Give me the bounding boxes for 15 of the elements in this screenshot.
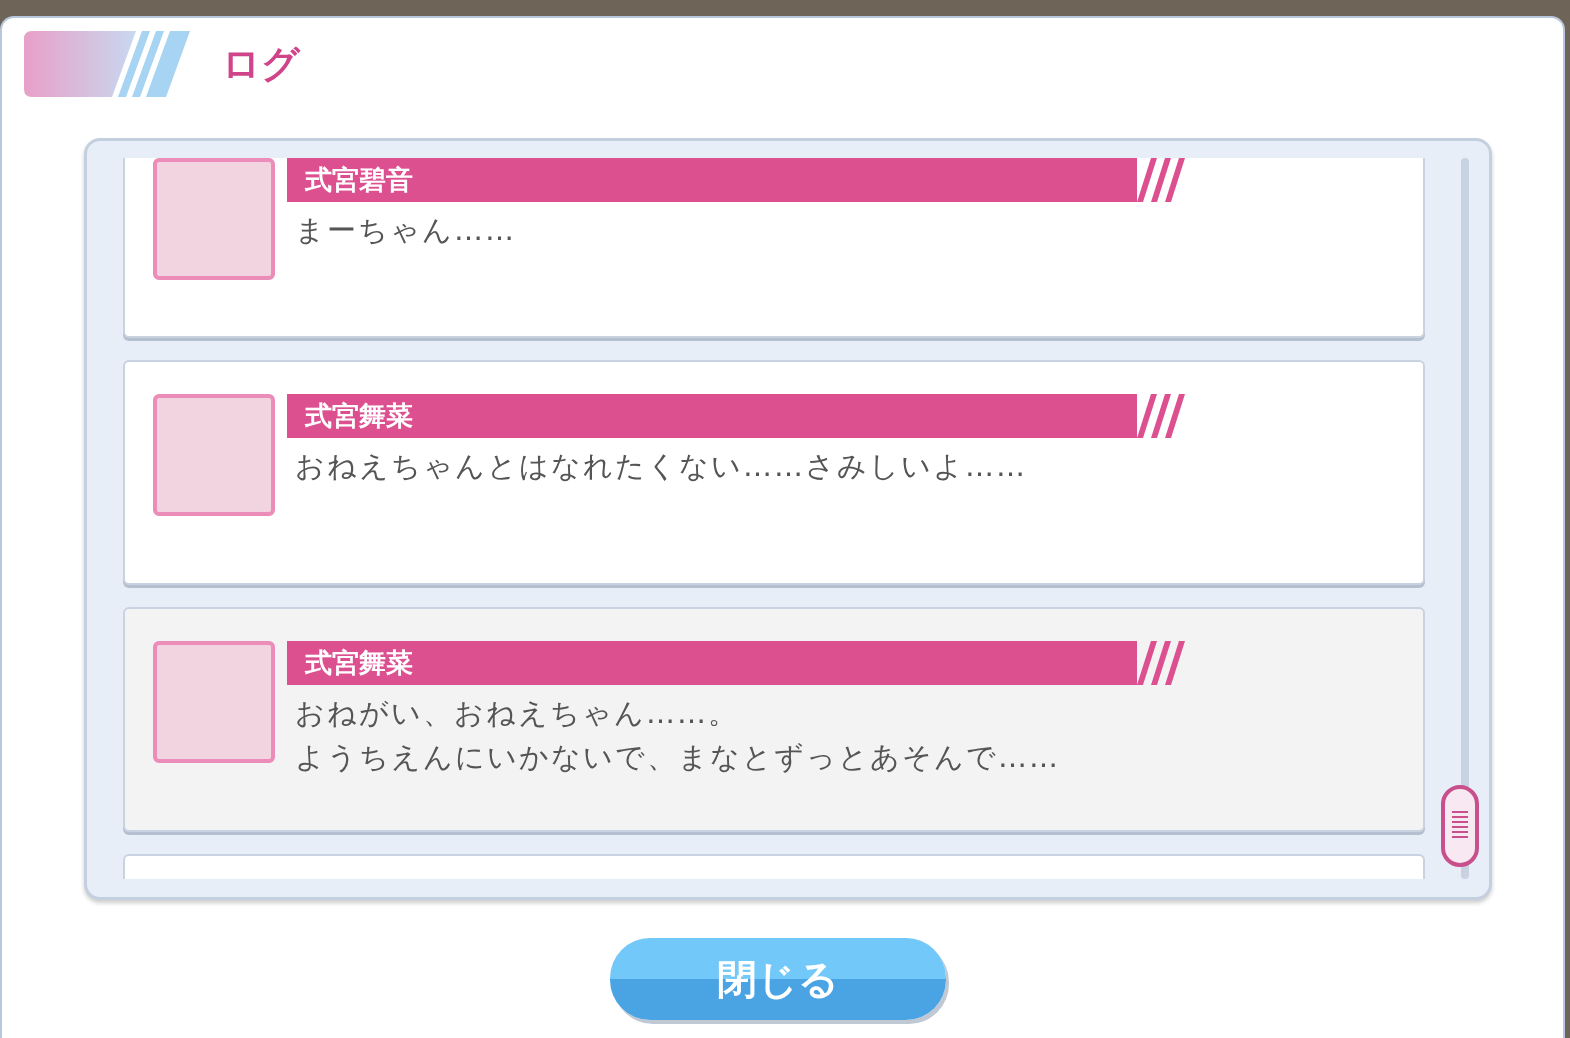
log-entry-card[interactable]: 式宮舞菜 おねがい、おねえちゃん……。 ようちえんにいかないで、まなとずっとあそんで…… xyxy=(123,607,1425,832)
dialogue-text: まーちゃん…… xyxy=(294,212,517,249)
speaker-name: 式宮舞菜 xyxy=(287,641,1137,685)
dialog-title: ログ xyxy=(222,40,300,88)
dialogue-text: おねがい、おねえちゃん……。 ようちえんにいかないで、まなとずっとあそんで…… xyxy=(294,695,1061,776)
speaker-name: 式宮舞菜 xyxy=(287,394,1137,438)
log-entry-card[interactable]: 式宮舞菜 おねえちゃんとはなれたくない……さみしいよ…… xyxy=(123,360,1425,585)
header-stripe-icon xyxy=(24,31,192,97)
log-entry-card[interactable]: 式宮碧音 まーちゃん…… xyxy=(123,158,1425,338)
dialogue-text: おねえちゃんとはなれたくない……さみしいよ…… xyxy=(294,448,1028,485)
slash-stripes-icon xyxy=(1137,641,1187,685)
slash-stripes-icon xyxy=(1137,394,1187,438)
slash-stripes-icon xyxy=(1137,158,1187,202)
speaker-name: 式宮碧音 xyxy=(287,158,1137,202)
scrollbar-thumb[interactable] xyxy=(1441,785,1479,867)
